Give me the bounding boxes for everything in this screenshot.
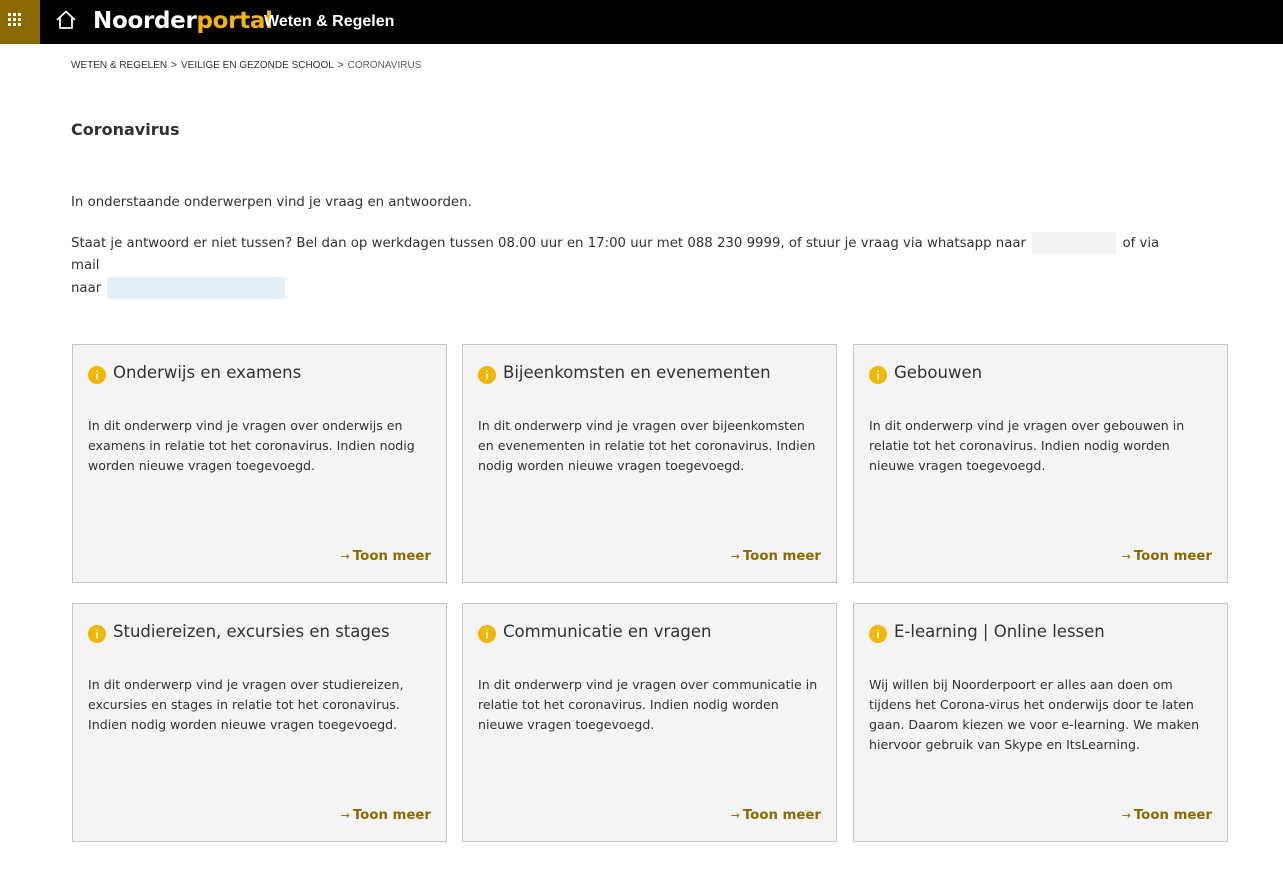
card-description: In dit onderwerp vind je vragen over ond… xyxy=(88,418,415,473)
card-title: Bijeenkomsten en evenementen xyxy=(503,363,771,382)
arrow-right-icon: → xyxy=(340,809,350,822)
info-icon xyxy=(88,366,106,384)
toon-meer-link[interactable]: → Toon meer xyxy=(731,549,821,564)
info-icon xyxy=(478,625,496,643)
page-title: Coronavirus xyxy=(71,120,180,139)
topic-card-bijeenkomsten-evenementen[interactable]: Bijeenkomsten en evenementen In dit onde… xyxy=(462,344,837,583)
info-icon xyxy=(869,366,887,384)
breadcrumb-item-veilige-gezonde-school[interactable]: VEILIGE EN GEZONDE SCHOOL xyxy=(181,60,334,71)
card-description: In dit onderwerp vind je vragen over geb… xyxy=(869,418,1185,473)
toon-meer-label: Toon meer xyxy=(1133,549,1212,564)
top-navigation-bar: Noorderportal Weten & Regelen xyxy=(0,0,1283,44)
topic-card-gebouwen[interactable]: Gebouwen In dit onderwerp vind je vragen… xyxy=(853,344,1228,583)
breadcrumb-item-current: CORONAVIRUS xyxy=(347,60,422,71)
info-icon xyxy=(88,625,106,643)
arrow-right-icon: → xyxy=(1121,809,1131,822)
redacted-email-link[interactable] xyxy=(107,277,286,299)
topic-card-communicatie-vragen[interactable]: Communicatie en vragen In dit onderwerp … xyxy=(462,603,837,842)
card-title: Gebouwen xyxy=(894,363,983,382)
arrow-right-icon: → xyxy=(730,550,740,563)
toon-meer-link[interactable]: → Toon meer xyxy=(341,549,431,564)
card-description: In dit onderwerp vind je vragen over com… xyxy=(478,677,818,732)
topic-card-studiereizen-excursies-stages[interactable]: Studiereizen, excursies en stages In dit… xyxy=(72,603,447,842)
logo-text-part1: Noorder xyxy=(93,8,197,34)
app-launcher-button[interactable] xyxy=(0,0,40,44)
card-title: Onderwijs en examens xyxy=(113,363,302,382)
toon-meer-link[interactable]: → Toon meer xyxy=(1122,549,1212,564)
topic-card-onderwijs-examens[interactable]: Onderwijs en examens In dit onderwerp vi… xyxy=(72,344,447,583)
site-logo[interactable]: Noorderportal xyxy=(93,5,273,37)
home-icon[interactable] xyxy=(55,9,77,31)
toon-meer-link[interactable]: → Toon meer xyxy=(731,808,821,823)
breadcrumb: WETEN & REGELEN > VEILIGE EN GEZONDE SCHOO… xyxy=(71,59,421,72)
breadcrumb-separator: > xyxy=(337,60,344,71)
toon-meer-label: Toon meer xyxy=(1133,808,1212,823)
toon-meer-label: Toon meer xyxy=(742,549,821,564)
card-title: E-learning | Online lessen xyxy=(894,622,1105,641)
topic-card-e-learning[interactable]: E-learning | Online lessen Wij willen bi… xyxy=(853,603,1228,842)
toon-meer-link[interactable]: → Toon meer xyxy=(1122,808,1212,823)
redacted-whatsapp-number xyxy=(1032,232,1117,254)
arrow-right-icon: → xyxy=(730,809,740,822)
logo-text-part2: portal xyxy=(196,8,274,34)
card-description: Wij willen bij Noorderpoort er alles aan… xyxy=(869,677,1200,752)
info-icon xyxy=(869,625,887,643)
toon-meer-label: Toon meer xyxy=(742,808,821,823)
contact-text-part1: Staat je antwoord er niet tussen? Bel da… xyxy=(71,236,1026,251)
arrow-right-icon: → xyxy=(340,550,350,563)
site-title-link[interactable]: Weten & Regelen xyxy=(264,11,394,33)
breadcrumb-item-weten-regelen[interactable]: WETEN & REGELEN xyxy=(71,60,167,71)
toon-meer-label: Toon meer xyxy=(352,808,431,823)
toon-meer-label: Toon meer xyxy=(352,549,431,564)
card-title: Studiereizen, excursies en stages xyxy=(113,622,390,641)
intro-text: In onderstaande onderwerpen vind je vraa… xyxy=(71,195,472,210)
contact-text-part3: naar xyxy=(71,281,102,296)
breadcrumb-separator: > xyxy=(171,60,177,71)
contact-text: Staat je antwoord er niet tussen? Bel da… xyxy=(71,232,1191,300)
arrow-right-icon: → xyxy=(1121,550,1131,563)
card-description: In dit onderwerp vind je vragen over stu… xyxy=(88,677,404,732)
waffle-icon xyxy=(8,13,22,27)
card-description: In dit onderwerp vind je vragen over bij… xyxy=(478,418,816,473)
info-icon xyxy=(478,366,496,384)
toon-meer-link[interactable]: → Toon meer xyxy=(341,808,431,823)
card-title: Communicatie en vragen xyxy=(503,622,712,641)
